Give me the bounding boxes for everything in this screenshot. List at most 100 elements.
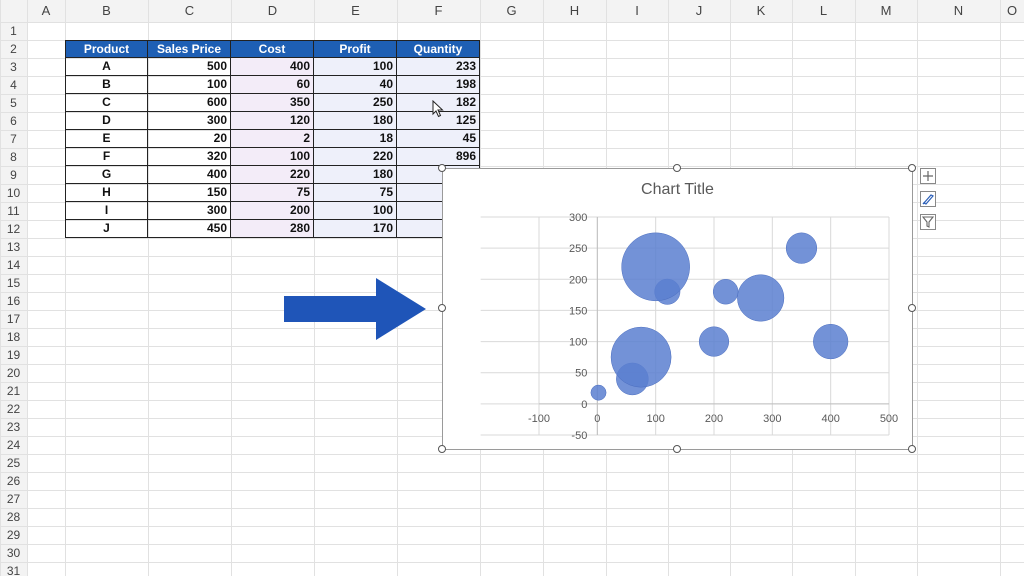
row-header-7[interactable]: 7 (0, 130, 27, 148)
table-cell[interactable]: 220 (314, 148, 397, 166)
row-header-6[interactable]: 6 (0, 112, 27, 130)
table-cell[interactable]: 350 (231, 94, 314, 112)
row-header-5[interactable]: 5 (0, 94, 27, 112)
row-header-12[interactable]: 12 (0, 220, 27, 238)
table-header-cell[interactable]: Cost (231, 40, 314, 58)
column-header-k[interactable]: K (730, 0, 792, 22)
table-cell[interactable]: 170 (314, 220, 397, 238)
row-header-23[interactable]: 23 (0, 418, 27, 436)
table-cell[interactable]: D (65, 112, 148, 130)
row-header-8[interactable]: 8 (0, 148, 27, 166)
column-header-i[interactable]: I (606, 0, 668, 22)
table-cell[interactable]: 2 (231, 130, 314, 148)
row-header-10[interactable]: 10 (0, 184, 27, 202)
table-cell[interactable]: 896 (397, 148, 480, 166)
row-header-25[interactable]: 25 (0, 454, 27, 472)
resize-handle[interactable] (438, 445, 446, 453)
table-cell[interactable]: 150 (148, 184, 231, 202)
resize-handle[interactable] (673, 164, 681, 172)
table-cell[interactable]: 100 (314, 58, 397, 76)
resize-handle[interactable] (908, 164, 916, 172)
table-header-cell[interactable]: Sales Price (148, 40, 231, 58)
row-header-14[interactable]: 14 (0, 256, 27, 274)
table-cell[interactable]: 100 (231, 148, 314, 166)
resize-handle[interactable] (438, 164, 446, 172)
column-header-b[interactable]: B (65, 0, 148, 22)
row-header-26[interactable]: 26 (0, 472, 27, 490)
table-cell[interactable]: H (65, 184, 148, 202)
table-cell[interactable]: 75 (314, 184, 397, 202)
table-cell[interactable]: 60 (231, 76, 314, 94)
table-cell[interactable]: 198 (397, 76, 480, 94)
row-header-16[interactable]: 16 (0, 292, 27, 310)
chart-styles-icon[interactable] (920, 191, 936, 207)
table-cell[interactable]: 400 (148, 166, 231, 184)
resize-handle[interactable] (438, 304, 446, 312)
row-header-9[interactable]: 9 (0, 166, 27, 184)
row-header-29[interactable]: 29 (0, 526, 27, 544)
column-header-d[interactable]: D (231, 0, 314, 22)
table-cell[interactable]: E (65, 130, 148, 148)
resize-handle[interactable] (908, 445, 916, 453)
table-cell[interactable]: 200 (231, 202, 314, 220)
row-header-21[interactable]: 21 (0, 382, 27, 400)
column-header-f[interactable]: F (397, 0, 480, 22)
table-cell[interactable]: 220 (231, 166, 314, 184)
row-header-11[interactable]: 11 (0, 202, 27, 220)
table-cell[interactable]: 250 (314, 94, 397, 112)
column-header-h[interactable]: H (543, 0, 606, 22)
row-header-3[interactable]: 3 (0, 58, 27, 76)
table-cell[interactable]: A (65, 58, 148, 76)
bubble-chart[interactable]: Chart Title -100 0 100 200 300 400 500 -50 0 50 10… (442, 168, 913, 450)
table-cell[interactable]: 100 (148, 76, 231, 94)
column-header-n[interactable]: N (917, 0, 1000, 22)
row-header-30[interactable]: 30 (0, 544, 27, 562)
resize-handle[interactable] (908, 304, 916, 312)
row-header-4[interactable]: 4 (0, 76, 27, 94)
row-header-20[interactable]: 20 (0, 364, 27, 382)
plot-area[interactable]: -100 0 100 200 300 400 500 -50 0 50 100 150 200 250 30… (443, 169, 914, 451)
row-header-1[interactable]: 1 (0, 22, 27, 40)
table-cell[interactable]: 45 (397, 130, 480, 148)
column-header-g[interactable]: G (480, 0, 543, 22)
table-cell[interactable]: 120 (231, 112, 314, 130)
table-header-cell[interactable]: Quantity (397, 40, 480, 58)
table-header-cell[interactable]: Product (65, 40, 148, 58)
row-header-2[interactable]: 2 (0, 40, 27, 58)
row-header-31[interactable]: 31 (0, 562, 27, 580)
table-cell[interactable]: 180 (314, 112, 397, 130)
table-cell[interactable]: G (65, 166, 148, 184)
table-cell[interactable]: 233 (397, 58, 480, 76)
table-cell[interactable]: 600 (148, 94, 231, 112)
column-header-j[interactable]: J (668, 0, 730, 22)
column-header-a[interactable]: A (27, 0, 65, 22)
table-cell[interactable]: 180 (314, 166, 397, 184)
row-header-17[interactable]: 17 (0, 310, 27, 328)
table-header-cell[interactable]: Profit (314, 40, 397, 58)
table-cell[interactable]: 100 (314, 202, 397, 220)
chart-filters-icon[interactable] (920, 214, 936, 230)
row-header-13[interactable]: 13 (0, 238, 27, 256)
column-header-e[interactable]: E (314, 0, 397, 22)
table-cell[interactable]: 300 (148, 112, 231, 130)
column-header-m[interactable]: M (855, 0, 917, 22)
table-cell[interactable]: 75 (231, 184, 314, 202)
resize-handle[interactable] (673, 445, 681, 453)
table-cell[interactable]: 18 (314, 130, 397, 148)
table-cell[interactable]: 20 (148, 130, 231, 148)
table-cell[interactable]: I (65, 202, 148, 220)
row-header-15[interactable]: 15 (0, 274, 27, 292)
column-header-l[interactable]: L (792, 0, 855, 22)
table-cell[interactable]: 300 (148, 202, 231, 220)
table-cell[interactable]: F (65, 148, 148, 166)
table-cell[interactable]: B (65, 76, 148, 94)
table-cell[interactable]: 500 (148, 58, 231, 76)
row-header-22[interactable]: 22 (0, 400, 27, 418)
chart-elements-icon[interactable] (920, 168, 936, 184)
table-cell[interactable]: 450 (148, 220, 231, 238)
table-cell[interactable]: 400 (231, 58, 314, 76)
row-header-28[interactable]: 28 (0, 508, 27, 526)
row-header-19[interactable]: 19 (0, 346, 27, 364)
table-cell[interactable]: C (65, 94, 148, 112)
table-cell[interactable]: 280 (231, 220, 314, 238)
